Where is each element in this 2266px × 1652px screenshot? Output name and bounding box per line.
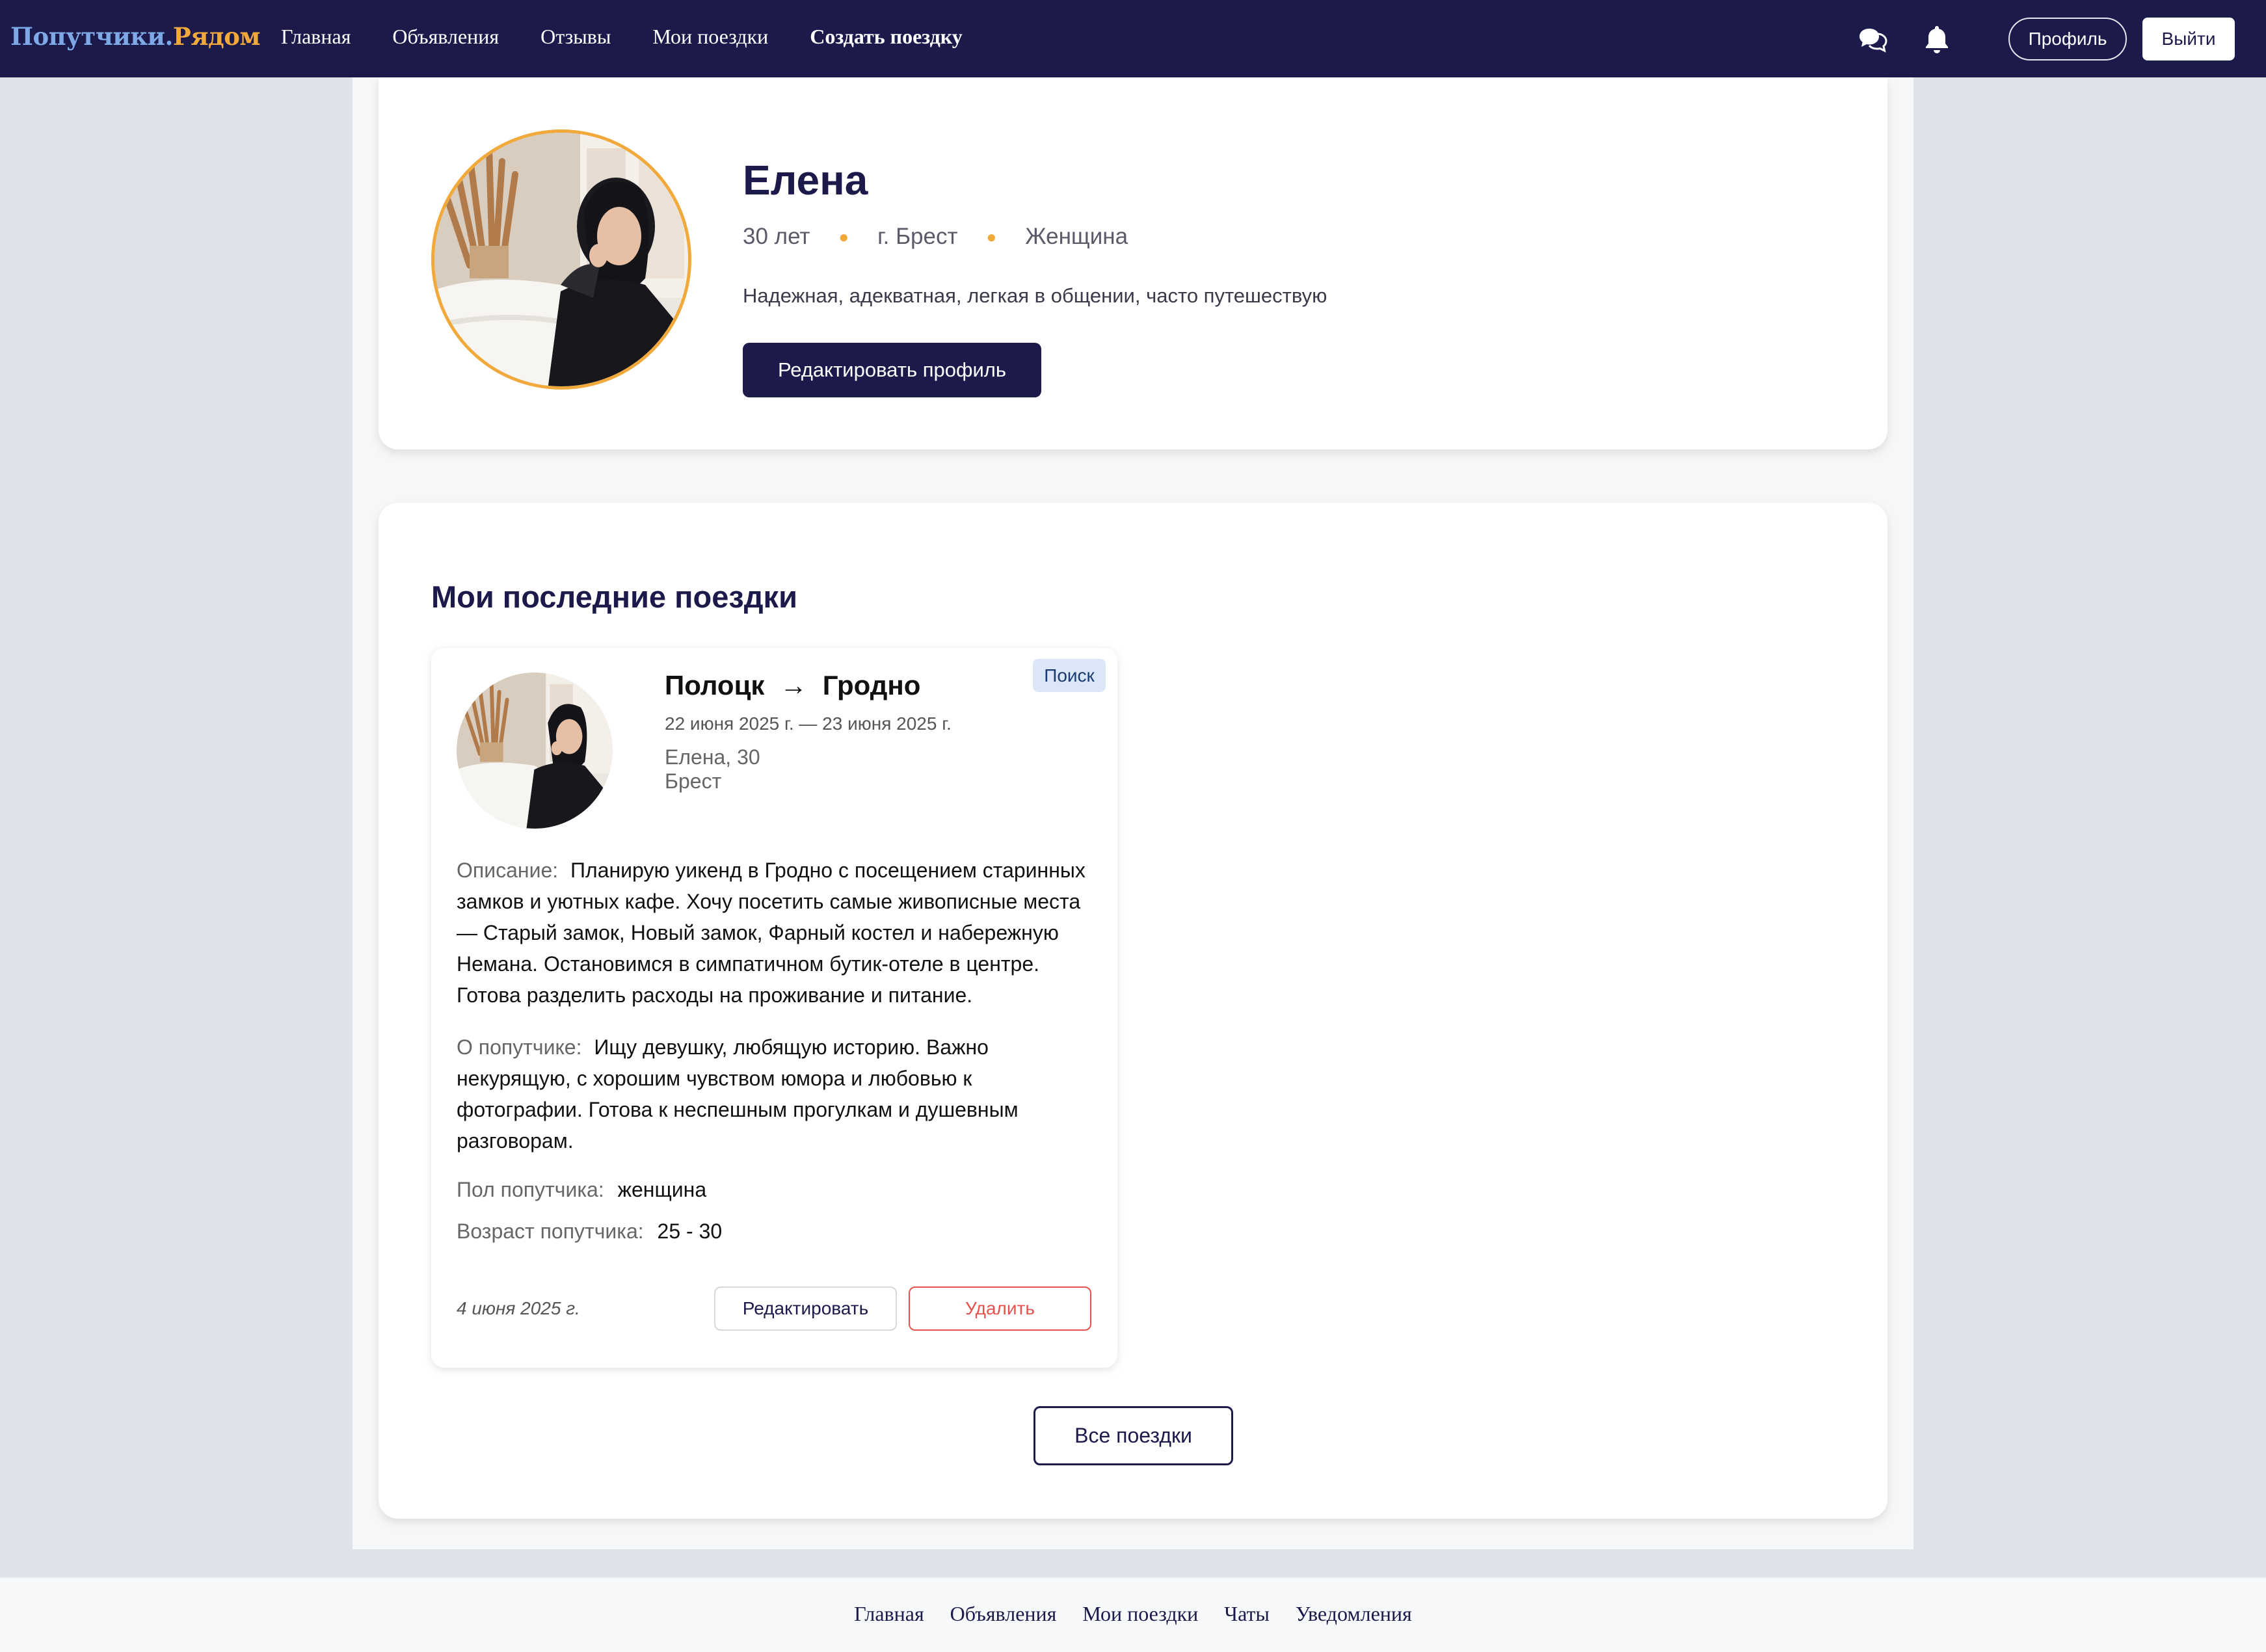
nav-my-trips[interactable]: Мои поездки	[652, 25, 768, 49]
footer-link-home[interactable]: Главная	[854, 1602, 924, 1626]
site-logo[interactable]: Попутчики.Рядом	[10, 22, 261, 51]
profile-button[interactable]: Профиль	[2008, 18, 2127, 60]
separator-dot: ●	[986, 226, 997, 246]
trip-from: Полоцк	[665, 670, 765, 700]
profile-avatar	[431, 129, 692, 390]
logo-text-part1: Попутчики.	[10, 22, 173, 51]
profile-meta: 30 лет ● г. Брест ● Женщина	[743, 224, 1128, 250]
companion-age-label: Возраст попутчика:	[457, 1219, 644, 1243]
edit-profile-button[interactable]: Редактировать профиль	[743, 343, 1041, 397]
companion-age-value: 25 - 30	[657, 1219, 723, 1243]
profile-name: Елена	[743, 157, 868, 204]
section-title: Мои последние поездки	[431, 580, 797, 614]
trip-to: Гродно	[822, 670, 921, 700]
chat-icon[interactable]	[1858, 23, 1889, 55]
companion-gender-label: Пол попутчика:	[457, 1178, 604, 1201]
trip-author-photo	[457, 673, 613, 829]
nav-home[interactable]: Главная	[281, 25, 351, 49]
nav-listings[interactable]: Объявления	[392, 25, 499, 49]
footer-link-my-trips[interactable]: Мои поездки	[1082, 1602, 1198, 1626]
logo-text-part2: Рядом	[172, 22, 261, 51]
trip-companion: О попутчике: Ищу девушку, любящую истори…	[457, 1032, 1100, 1156]
delete-trip-button[interactable]: Удалить	[909, 1286, 1091, 1331]
companion-gender-value: женщина	[617, 1178, 707, 1201]
footer-nav: Главная Объявления Мои поездки Чаты Увед…	[0, 1602, 2266, 1626]
footer: Главная Объявления Мои поездки Чаты Увед…	[0, 1577, 2266, 1652]
companion-gender-row: Пол попутчика: женщина	[457, 1178, 706, 1202]
profile-city: г. Брест	[877, 224, 958, 249]
main-nav: Главная Объявления Отзывы Мои поездки Со…	[281, 25, 963, 49]
footer-link-listings[interactable]: Объявления	[950, 1602, 1057, 1626]
bell-icon[interactable]	[1921, 23, 1953, 55]
footer-link-notifications[interactable]: Уведомления	[1296, 1602, 1412, 1626]
logout-button[interactable]: Выйти	[2142, 18, 2235, 60]
companion-label: О попутчике:	[457, 1035, 582, 1059]
profile-gender: Женщина	[1025, 224, 1128, 249]
edit-trip-button[interactable]: Редактировать	[714, 1286, 897, 1331]
trip-author-name: Елена, 30	[665, 745, 760, 769]
trip-description: Описание: Планирую уикенд в Гродно с пос…	[457, 855, 1100, 1011]
top-navbar: Попутчики.Рядом Главная Объявления Отзыв…	[0, 0, 2266, 77]
description-label: Описание:	[457, 859, 559, 882]
status-badge: Поиск	[1033, 659, 1106, 692]
separator-dot: ●	[838, 226, 849, 246]
trip-dates: 22 июня 2025 г. — 23 июня 2025 г.	[665, 713, 952, 734]
trip-author-city: Брест	[665, 769, 722, 793]
profile-photo	[431, 129, 691, 390]
footer-link-chats[interactable]: Чаты	[1224, 1602, 1270, 1626]
nav-reviews[interactable]: Отзывы	[540, 25, 611, 49]
nav-create-trip[interactable]: Создать поездку	[810, 25, 962, 49]
profile-bio: Надежная, адекватная, легкая в общении, …	[743, 284, 1327, 307]
trip-route: Полоцк → Гродно	[665, 670, 920, 701]
all-trips-button[interactable]: Все поездки	[1033, 1406, 1233, 1465]
arrow-icon: →	[780, 670, 808, 700]
companion-age-row: Возраст попутчика: 25 - 30	[457, 1219, 722, 1244]
profile-age: 30 лет	[743, 224, 810, 249]
trip-avatar	[457, 673, 613, 829]
trip-author: Елена, 30 Брест	[665, 745, 760, 793]
trip-created-date: 4 июня 2025 г.	[457, 1298, 580, 1318]
